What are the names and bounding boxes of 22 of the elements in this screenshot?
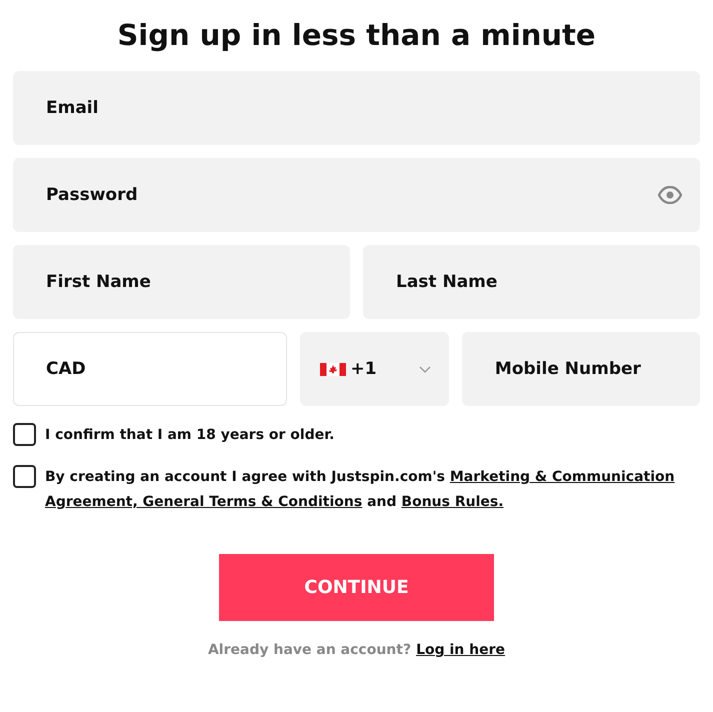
- checkbox[interactable]: [13, 423, 36, 446]
- flag-icon: [320, 362, 346, 376]
- phone-code: +1: [350, 359, 378, 379]
- first-name-field[interactable]: First Name: [13, 245, 350, 319]
- chevron-down-icon: [418, 366, 431, 372]
- login-link[interactable]: Log in here: [416, 642, 506, 658]
- currency-select[interactable]: CAD: [13, 332, 288, 406]
- password-field[interactable]: Password: [13, 158, 700, 232]
- terms-link[interactable]: Bonus Rules.: [401, 494, 504, 510]
- email-field[interactable]: Email: [13, 71, 700, 145]
- continue-button[interactable]: CONTINUE: [219, 554, 494, 621]
- login-prompt: Already have an account?: [208, 642, 412, 658]
- consent-text: By creating an account I agree with Justspin.com's Marketing & Communication Agreement, General Terms & Conditions and Bonus Rules.: [45, 468, 676, 512]
- mobile-number-field[interactable]: Mobile Number: [462, 332, 700, 406]
- terms-link[interactable]: Marketing & Communication: [450, 469, 675, 485]
- consent-text: I confirm that I am 18 years or older.: [45, 426, 334, 445]
- form-title: Sign up in less than a minute: [116, 18, 597, 52]
- last-name-field[interactable]: Last Name: [363, 245, 700, 319]
- checkbox[interactable]: [13, 465, 36, 488]
- eye-icon[interactable]: [658, 186, 682, 204]
- phone-code-select[interactable]: +1: [300, 332, 449, 406]
- terms-link[interactable]: Agreement, General Terms & Conditions: [45, 494, 362, 510]
